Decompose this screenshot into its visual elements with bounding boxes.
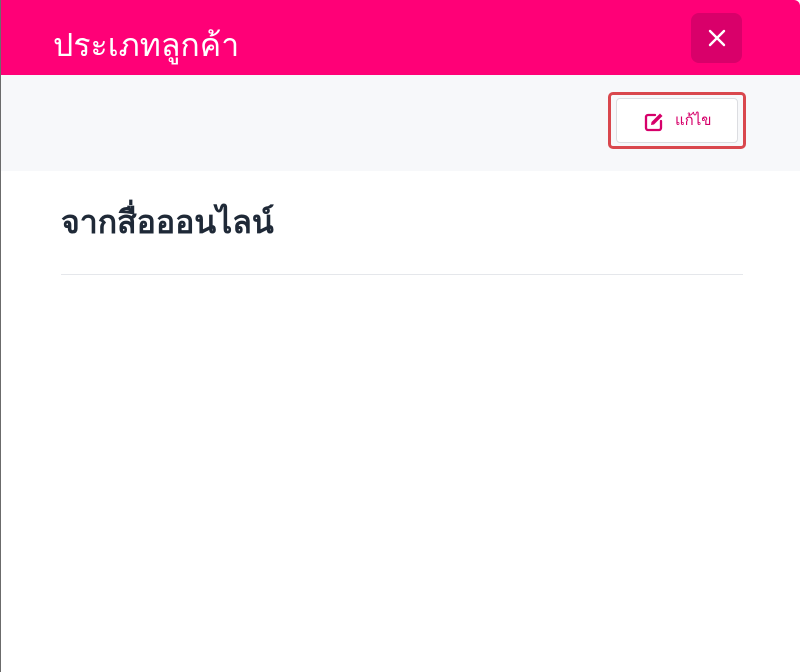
customer-type-value: จากสื่อออนไลน์ bbox=[61, 203, 274, 241]
modal-header: ประเภทลูกค้า bbox=[1, 0, 800, 75]
edit-button-highlight: แก้ไข bbox=[608, 92, 746, 149]
divider bbox=[61, 274, 743, 275]
close-icon bbox=[708, 29, 726, 47]
edit-button[interactable]: แก้ไข bbox=[616, 98, 738, 143]
close-button[interactable] bbox=[691, 13, 742, 63]
toolbar: แก้ไข bbox=[1, 75, 800, 171]
modal-title: ประเภทลูกค้า bbox=[53, 26, 240, 64]
edit-button-label: แก้ไข bbox=[675, 111, 712, 129]
customer-type-panel: ประเภทลูกค้า แก้ไข จากสื่อออนไลน์ bbox=[0, 0, 800, 672]
edit-icon bbox=[644, 113, 663, 132]
